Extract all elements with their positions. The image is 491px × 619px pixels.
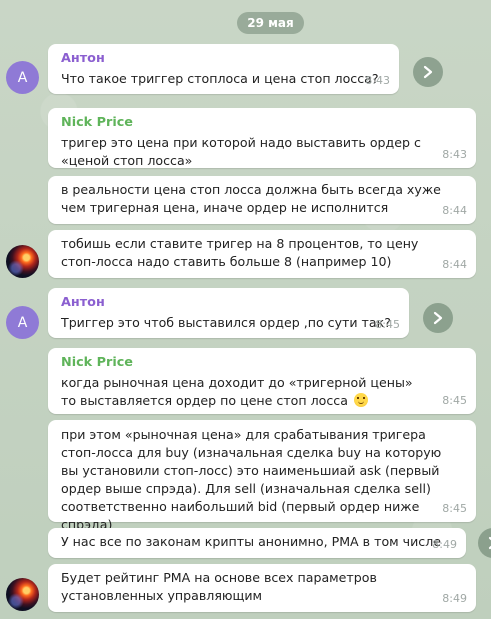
sender-name[interactable]: Nick Price — [61, 354, 466, 372]
avatar-nick-price[interactable] — [6, 245, 39, 278]
message-text: в реальности цена стоп лосса должна быть… — [61, 182, 441, 215]
message-time: 8:44 — [442, 258, 467, 271]
avatar-letter: A — [17, 314, 28, 331]
avatar-letter: A — [17, 69, 28, 86]
message-text: Что такое триггер стоплоса и цена стоп л… — [61, 71, 379, 86]
message-bubble[interactable]: тобишь если ставите тригер на 8 проценто… — [48, 230, 476, 278]
message-time: 8:49 — [442, 592, 467, 605]
message-time: 8:49 — [432, 538, 457, 551]
message-bubble[interactable]: У нас все по законам крипты анонимно, РМ… — [48, 528, 466, 558]
avatar-anton[interactable]: A — [6, 306, 39, 339]
message-bubble[interactable]: Nick Price когда рыночная цена доходит д… — [48, 348, 476, 414]
message-bubble[interactable]: в реальности цена стоп лосса должна быть… — [48, 176, 476, 224]
sender-name[interactable]: Nick Price — [61, 114, 466, 132]
sender-name[interactable]: Антон — [61, 50, 389, 68]
avatar-anton[interactable]: A — [6, 61, 39, 94]
message-time: 8:43 — [442, 148, 467, 161]
forward-button[interactable] — [478, 528, 491, 558]
message-text: при этом «рыночная цена» для срабатывани… — [61, 427, 442, 532]
message-time: 8:45 — [442, 394, 467, 407]
message-time: 8:45 — [442, 502, 467, 515]
message-text: Будет рейтинг РМА на основе всех парамет… — [61, 570, 377, 603]
message-text: когда рыночная цена доходит до «тригерно… — [61, 374, 431, 410]
message-text: Триггер это чтоб выставился ордер ,по су… — [61, 315, 391, 330]
message-bubble[interactable]: Антон Что такое триггер стоплоса и цена … — [48, 44, 399, 94]
forward-arrow-icon — [423, 65, 433, 79]
message-bubble[interactable]: Nick Price тригер это цена при которой н… — [48, 108, 476, 168]
avatar-nick-price[interactable] — [6, 578, 39, 611]
forward-arrow-icon — [488, 536, 491, 550]
message-bubble[interactable]: Антон Триггер это чтоб выставился ордер … — [48, 288, 409, 338]
message-time: 8:44 — [442, 204, 467, 217]
message-bubble[interactable]: Будет рейтинг РМА на основе всех парамет… — [48, 564, 476, 612]
message-text: тобишь если ставите тригер на 8 проценто… — [61, 236, 419, 269]
forward-button[interactable] — [413, 57, 443, 87]
message-bubble[interactable]: при этом «рыночная цена» для срабатывани… — [48, 420, 476, 532]
message-text: У нас все по законам крипты анонимно, РМ… — [61, 534, 441, 549]
message-text: тригер это цена при которой надо выстави… — [61, 135, 421, 168]
message-time: 8:45 — [375, 318, 400, 331]
message-time: 8:43 — [365, 74, 390, 87]
date-separator: 29 мая — [237, 12, 304, 34]
smiling-face-icon — [353, 393, 368, 407]
sender-name[interactable]: Антон — [61, 294, 399, 312]
date-label: 29 мая — [247, 16, 294, 30]
forward-arrow-icon — [433, 311, 443, 325]
forward-button[interactable] — [423, 303, 453, 333]
